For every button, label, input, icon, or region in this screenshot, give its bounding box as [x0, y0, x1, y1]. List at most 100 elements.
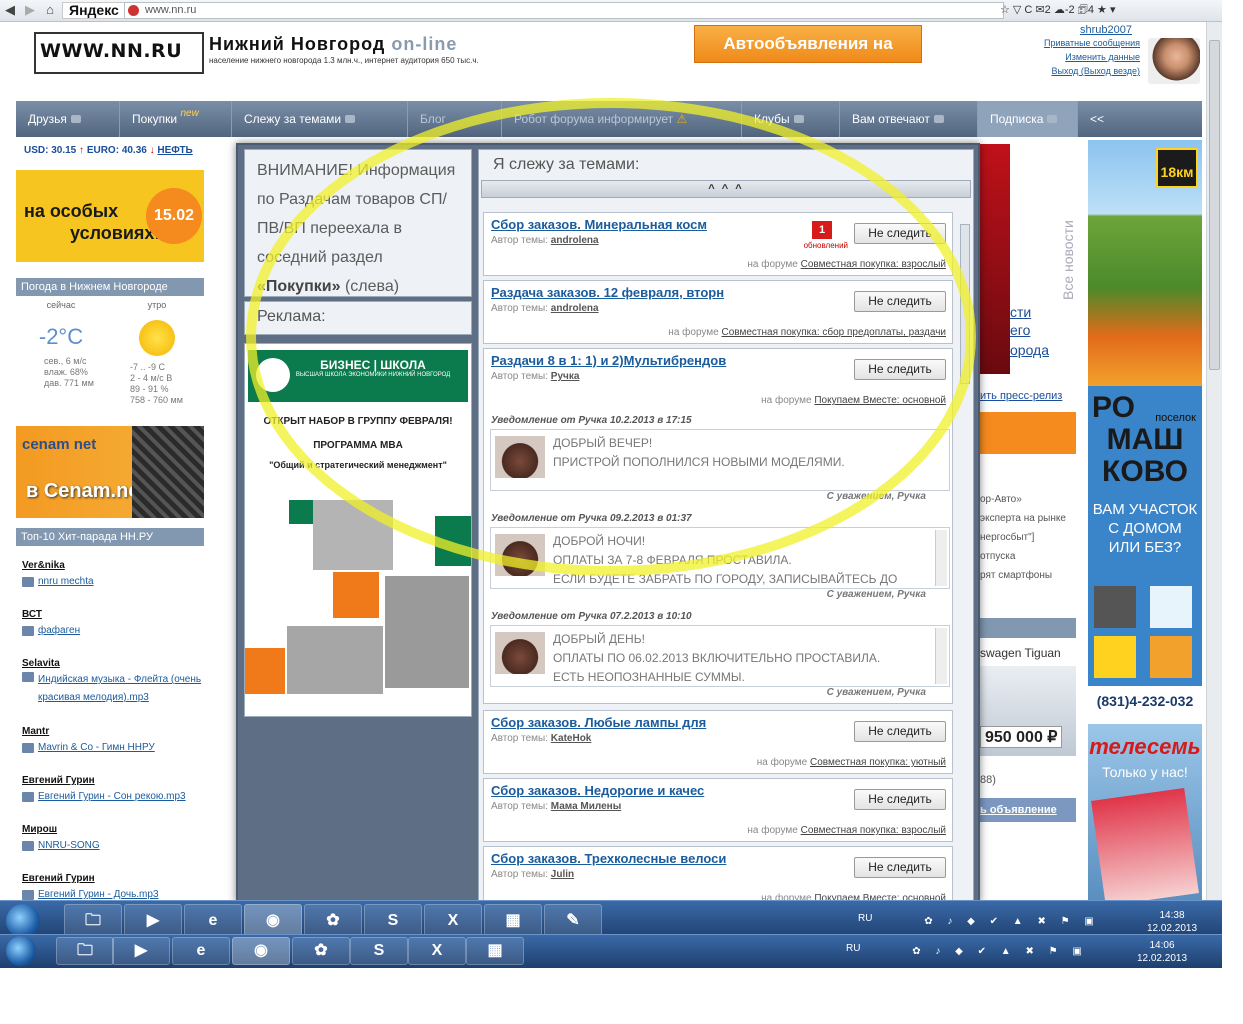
- chart-artist[interactable]: Selavita: [22, 658, 204, 669]
- explorer-icon[interactable]: 🗀: [56, 937, 114, 965]
- chart-track[interactable]: Евгений Гурин - Дочь.mp3: [22, 889, 204, 900]
- news-fragment[interactable]: его: [1010, 322, 1030, 338]
- firefox-icon[interactable]: ◉: [232, 937, 290, 965]
- skype-icon[interactable]: S: [350, 937, 408, 965]
- back-icon[interactable]: ◀: [2, 2, 18, 18]
- promo-banner[interactable]: на особых условиях! 15.02: [16, 170, 204, 262]
- post-ad-button[interactable]: ь объявление: [980, 798, 1076, 822]
- author-link[interactable]: KateHok: [551, 733, 592, 744]
- chart-track[interactable]: Евгений Гурин - Сон рекою.mp3: [22, 791, 204, 802]
- chart-artist[interactable]: ВСТ: [22, 609, 204, 620]
- news-fragment[interactable]: орода: [1010, 342, 1049, 358]
- clock[interactable]: 14:06 12.02.2013: [1130, 939, 1194, 965]
- scrollbar-thumb[interactable]: [960, 224, 970, 384]
- nav-blog[interactable]: Блог: [408, 101, 502, 137]
- author-link[interactable]: androlena: [551, 235, 599, 246]
- unfollow-button[interactable]: Не следить: [854, 223, 946, 244]
- media-player-icon[interactable]: ▶: [112, 937, 170, 965]
- news-item[interactable]: эксперта на рынке: [980, 509, 1066, 528]
- forum-link[interactable]: Совместная покупка: взрослый: [801, 259, 946, 270]
- address-bar[interactable]: www.nn.ru: [124, 2, 1004, 19]
- clock[interactable]: 14:38 12.02.2013: [1140, 909, 1204, 935]
- chart-artist[interactable]: Мирош: [22, 824, 204, 835]
- forum-link[interactable]: Совместная покупка: уютный: [810, 757, 946, 768]
- chart-artist[interactable]: Евгений Гурин: [22, 873, 204, 884]
- icq-icon[interactable]: ✿: [304, 904, 362, 938]
- forum-link[interactable]: Совместная покупка: взрослый: [801, 825, 946, 836]
- news-fragment[interactable]: сти: [1010, 302, 1031, 322]
- skype-icon[interactable]: S: [364, 904, 422, 938]
- logout-link[interactable]: Выход (Выход везде): [1016, 64, 1140, 78]
- topic-title[interactable]: Сбор заказов. Недорогие и качес: [491, 783, 741, 798]
- notification-scrollbar[interactable]: [935, 628, 947, 684]
- excel-icon[interactable]: X: [408, 937, 466, 965]
- ie-icon[interactable]: e: [184, 904, 242, 938]
- edit-profile-link[interactable]: Изменить данные: [1016, 50, 1140, 64]
- all-news-vertical[interactable]: Все новости: [1060, 220, 1076, 300]
- author-link[interactable]: Ручка: [551, 371, 580, 382]
- cenam-banner[interactable]: cenam net в Cenam.net !: [16, 426, 204, 518]
- news-item[interactable]: ор-Авто»: [980, 490, 1066, 509]
- chart-artist[interactable]: Евгений Гурин: [22, 775, 204, 786]
- chart-track[interactable]: nnru mechta: [22, 576, 204, 587]
- home-icon[interactable]: ⌂: [42, 2, 58, 18]
- unfollow-button[interactable]: Не следить: [854, 789, 946, 810]
- nav-clubs[interactable]: Клубы: [742, 101, 840, 137]
- calculator-icon[interactable]: ▦: [466, 937, 524, 965]
- press-release-link[interactable]: ить пресс-релиз: [980, 390, 1062, 402]
- forum-link[interactable]: Совместная покупка: сбор предоплаты, раз…: [722, 327, 946, 338]
- tv-magazine-banner[interactable]: телесемь Только у нас!: [1088, 724, 1202, 907]
- nav-followed-topics[interactable]: Слежу за темами: [232, 101, 408, 137]
- topic-title[interactable]: Сбор заказов. Трехколесные велоси: [491, 851, 741, 866]
- explorer-icon[interactable]: 🗀: [64, 904, 122, 938]
- village-banner[interactable]: РО поселок МАШ КОВО ВАМ УЧАСТОК С ДОМОМ …: [1088, 386, 1202, 716]
- weather-title[interactable]: Погода в Нижнем Новгороде: [16, 278, 204, 296]
- forum-link[interactable]: Покупаем Вместе: основной: [814, 395, 946, 406]
- site-logo[interactable]: WWW.NN.RU: [34, 32, 204, 74]
- nav-subscription[interactable]: Подписка: [978, 101, 1078, 137]
- topic-title[interactable]: Сбор заказов. Любые лампы для: [491, 715, 741, 730]
- paint-icon[interactable]: ✎: [544, 904, 602, 938]
- page-scrollbar[interactable]: [1206, 22, 1222, 900]
- topics-scrollbar[interactable]: [959, 212, 971, 901]
- excel-icon[interactable]: X: [424, 904, 482, 938]
- news-item[interactable]: рят смартфоны: [980, 566, 1066, 585]
- media-player-icon[interactable]: ▶: [124, 904, 182, 938]
- chart-track[interactable]: Индийская музыка - Флейта (очень красива…: [22, 671, 204, 707]
- username-link[interactable]: shrub2007: [1016, 24, 1132, 36]
- chart-artist[interactable]: Ver&nika: [22, 560, 204, 571]
- chart-artist[interactable]: Mantr: [22, 726, 204, 737]
- icq-icon[interactable]: ✿: [292, 937, 350, 965]
- chart-track[interactable]: NNRU-SONG: [22, 840, 204, 851]
- oil-link[interactable]: НЕФТЬ: [157, 145, 192, 156]
- avatar[interactable]: [1148, 38, 1200, 84]
- car-title[interactable]: swagen Tiguan: [980, 646, 1061, 660]
- author-link[interactable]: androlena: [551, 303, 599, 314]
- unfollow-button[interactable]: Не следить: [854, 721, 946, 742]
- start-button-icon[interactable]: [6, 936, 36, 966]
- nav-purchases[interactable]: Покупки new: [120, 101, 232, 137]
- news-item[interactable]: нергосбыт"]: [980, 528, 1066, 547]
- nav-friends[interactable]: Друзья: [16, 101, 120, 137]
- firefox-icon[interactable]: ◉: [244, 904, 302, 938]
- author-link[interactable]: Мама Милены: [551, 801, 621, 812]
- house-image[interactable]: 18км: [1088, 140, 1202, 386]
- nav-collapse-button[interactable]: <<: [1078, 101, 1112, 137]
- browser-toolbar-icons[interactable]: ☆ ▽ C ✉2 ☁-2 🗊4 ★ ▾: [1000, 2, 1115, 19]
- unfollow-button[interactable]: Не следить: [854, 291, 946, 312]
- notice-link[interactable]: «Покупки»: [257, 278, 340, 295]
- chart-track[interactable]: фафаген: [22, 625, 204, 636]
- tray-icons[interactable]: ✿ ♪ ◆ ✔ ▲ ✖ ⚑ ▣: [870, 945, 1130, 958]
- topic-title[interactable]: Раздачи 8 в 1: 1) и 2)Мультибрендов: [491, 353, 741, 368]
- author-link[interactable]: Julin: [551, 869, 574, 880]
- collapse-button[interactable]: ^ ^ ^: [481, 180, 971, 198]
- private-messages-link[interactable]: Приватные сообщения: [1016, 36, 1140, 50]
- notification-scrollbar[interactable]: [935, 530, 947, 586]
- topic-title[interactable]: Раздача заказов. 12 февраля, вторн: [491, 285, 741, 300]
- auto-ads-banner[interactable]: Автообъявления на NN.RU: [694, 25, 922, 89]
- nav-forum-robot[interactable]: Робот форума информирует ⚠: [502, 101, 742, 137]
- ie-icon[interactable]: e: [172, 937, 230, 965]
- scrollbar-thumb[interactable]: [1209, 40, 1220, 370]
- calculator-icon[interactable]: ▦: [484, 904, 542, 938]
- nav-replies[interactable]: Вам отвечают: [840, 101, 978, 137]
